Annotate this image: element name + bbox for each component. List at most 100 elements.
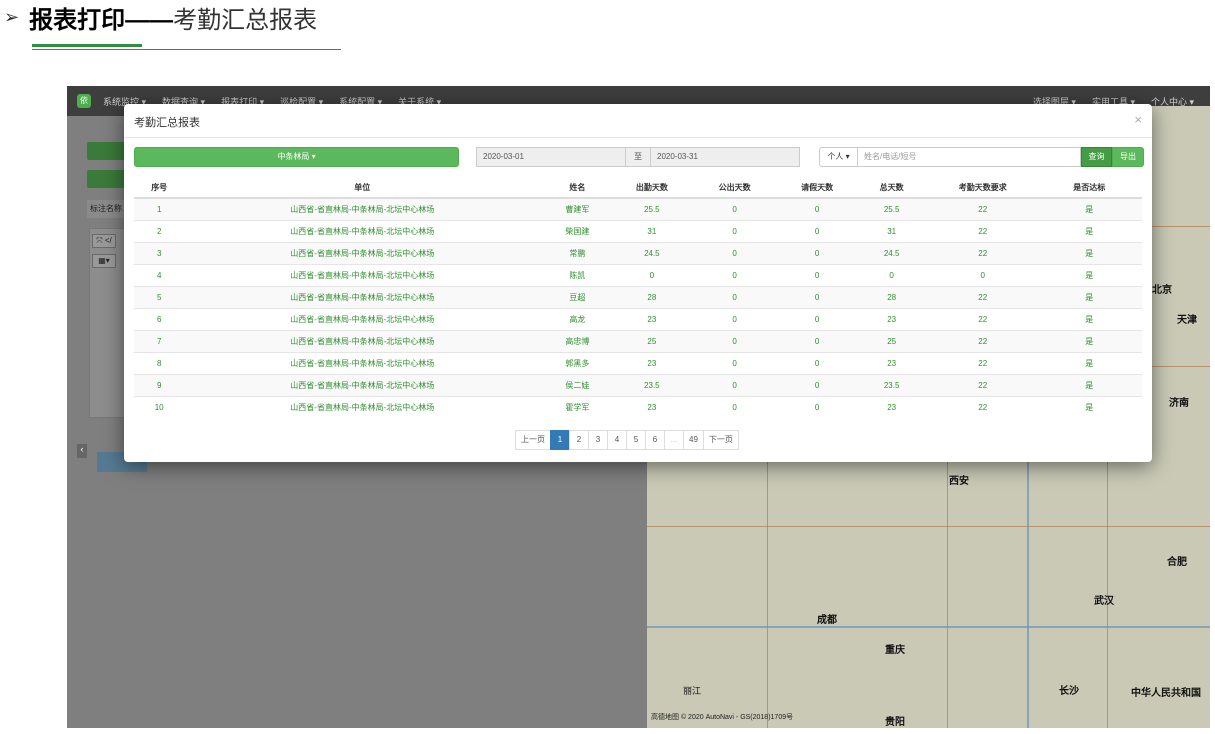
table-cell: 24.5 [854, 241, 930, 264]
search-group: 个人 ▾ 姓名/电话/短号 查询 导出 [819, 147, 1144, 167]
map-label-xian: 西安 [949, 476, 969, 487]
table-cell: 25.5 [614, 197, 690, 220]
table-cell: 0 [780, 307, 855, 330]
table-cell: 山西省-省直林局-中条林局-北坛中心林场 [184, 219, 541, 242]
app-logo[interactable]: 依 [77, 94, 91, 108]
section-heading: ➢ 报表打印—— 考勤汇总报表 [4, 2, 317, 34]
page-button[interactable]: 4 [607, 430, 627, 450]
page-button[interactable]: 5 [626, 430, 646, 450]
prev-page-button[interactable]: 上一页 [515, 430, 551, 450]
close-icon[interactable]: × [1134, 112, 1142, 127]
column-header: 考勤天数要求 [929, 177, 1037, 199]
page-button[interactable]: 2 [569, 430, 589, 450]
map-label-chengdu: 成都 [817, 615, 837, 626]
export-button[interactable]: 导出 [1112, 147, 1144, 167]
table-cell: 霍学军 [540, 395, 615, 418]
table-cell: 0 [780, 263, 855, 286]
table-cell: 0 [780, 197, 855, 220]
table-row: 1 山西省-省直林局-中条林局-北坛中心林场 曹建军 25.5 0 0 25.5 22 是 [134, 197, 1142, 220]
table-cell: 0 [780, 373, 855, 396]
column-header: 单位 [184, 177, 541, 199]
table-cell: 22 [929, 197, 1037, 220]
search-input[interactable]: 姓名/电话/短号 [858, 147, 1081, 167]
person-type-dropdown[interactable]: 个人 ▾ [819, 147, 858, 167]
table-row: 10 山西省-省直林局-中条林局-北坛中心林场 霍学军 23 0 0 23 22 是 [134, 395, 1142, 418]
date-range-separator: 至 [626, 147, 650, 167]
table-cell: 0 [689, 373, 781, 396]
table-cell: 25.5 [854, 197, 930, 220]
collapse-panel-button[interactable]: ‹ [77, 444, 87, 458]
table-cell: 是 [1036, 351, 1142, 374]
attendance-report-modal: 考勤汇总报表 × 中条林局 ▾ 2020-03-01 至 2020-03-31 … [124, 104, 1152, 462]
map-label-tianjin: 天津 [1177, 315, 1197, 326]
heading-underline-thick [32, 44, 142, 47]
table-cell: 23 [614, 395, 690, 418]
date-from-input[interactable]: 2020-03-01 [476, 147, 626, 167]
page-button[interactable]: 1 [550, 430, 570, 450]
date-range: 2020-03-01 至 2020-03-31 [476, 147, 800, 167]
attendance-table: 序号 单位 姓名 出勤天数 公出天数 请假天数 总天数 考勤天数要求 是否达标 … [134, 177, 1142, 418]
table-row: 5 山西省-省直林局-中条林局-北坛中心林场 豆超 28 0 0 28 22 是 [134, 285, 1142, 308]
date-to-input[interactable]: 2020-03-31 [650, 147, 800, 167]
table-cell: 陈凯 [540, 263, 615, 286]
map-label-chongqing: 重庆 [885, 645, 905, 656]
table-cell: 22 [929, 329, 1037, 352]
table-cell: 22 [929, 373, 1037, 396]
table-cell: 山西省-省直林局-中条林局-北坛中心林场 [184, 373, 541, 396]
map-label-guiyang: 贵阳 [885, 717, 905, 728]
column-header: 序号 [134, 177, 185, 199]
table-cell: 24.5 [614, 241, 690, 264]
map-label-jinan: 济南 [1169, 398, 1189, 409]
table-cell: 山西省-省直林局-中条林局-北坛中心林场 [184, 395, 541, 418]
table-cell: 31 [614, 219, 690, 242]
table-cell: 侯二娃 [540, 373, 615, 396]
modal-title: 考勤汇总报表 [134, 117, 200, 129]
org-select-button[interactable]: 中条林局 ▾ [134, 147, 459, 167]
table-cell: 是 [1036, 241, 1142, 264]
page-button[interactable]: 3 [588, 430, 608, 450]
table-row: 3 山西省-省直林局-中条林局-北坛中心林场 常鹏 24.5 0 0 24.5 22 是 [134, 241, 1142, 264]
left-panel-button[interactable] [87, 142, 127, 160]
table-cell: 是 [1036, 219, 1142, 242]
table-cell: 豆超 [540, 285, 615, 308]
table-cell: 山西省-省直林局-中条林局-北坛中心林场 [184, 329, 541, 352]
table-cell: 高忠博 [540, 329, 615, 352]
table-cell: 是 [1036, 373, 1142, 396]
table-cell: 31 [854, 219, 930, 242]
column-header: 公出天数 [689, 177, 781, 199]
page-button[interactable]: 49 [683, 430, 704, 450]
column-header: 请假天数 [780, 177, 855, 199]
left-panel-button[interactable] [87, 170, 127, 188]
table-cell: 山西省-省直林局-中条林局-北坛中心林场 [184, 285, 541, 308]
table-cell: 7 [134, 329, 185, 352]
pagination-ellipsis: ... [664, 430, 684, 450]
table-cell: 山西省-省直林局-中条林局-北坛中心林场 [184, 351, 541, 374]
column-header: 是否达标 [1036, 177, 1142, 199]
table-cell: 22 [929, 307, 1037, 330]
table-cell: 0 [780, 285, 855, 308]
map-copyright: 高德地图 © 2020 AutoNavi - GS(2018)1709号 [651, 714, 794, 721]
table-cell: 0 [689, 395, 781, 418]
column-header: 姓名 [540, 177, 615, 199]
map-label-wuhan: 武汉 [1094, 596, 1114, 607]
next-page-button[interactable]: 下一页 [702, 430, 739, 450]
page-button[interactable]: 6 [645, 430, 665, 450]
table-cell: 是 [1036, 263, 1142, 286]
table-cell: 0 [689, 241, 781, 264]
table-cell: 0 [689, 329, 781, 352]
table-cell: 是 [1036, 307, 1142, 330]
table-cell: 0 [689, 351, 781, 374]
table-cell: 28 [854, 285, 930, 308]
query-button[interactable]: 查询 [1081, 147, 1112, 167]
table-cell: 0 [689, 219, 781, 242]
table-cell: 山西省-省直林局-中条林局-北坛中心林场 [184, 263, 541, 286]
table-cell: 22 [929, 395, 1037, 418]
table-cell: 1 [134, 197, 185, 220]
table-insert-button[interactable]: ▦▾ [92, 254, 116, 268]
table-cell: 0 [780, 329, 855, 352]
table-row: 2 山西省-省直林局-中条林局-北坛中心林场 柴国建 31 0 0 31 22 是 [134, 219, 1142, 242]
table-cell: 2 [134, 219, 185, 242]
modal-header: 考勤汇总报表 × [124, 104, 1152, 138]
editor-toolbar-button[interactable]: ⤧ </ [92, 234, 116, 248]
table-cell: 22 [929, 219, 1037, 242]
